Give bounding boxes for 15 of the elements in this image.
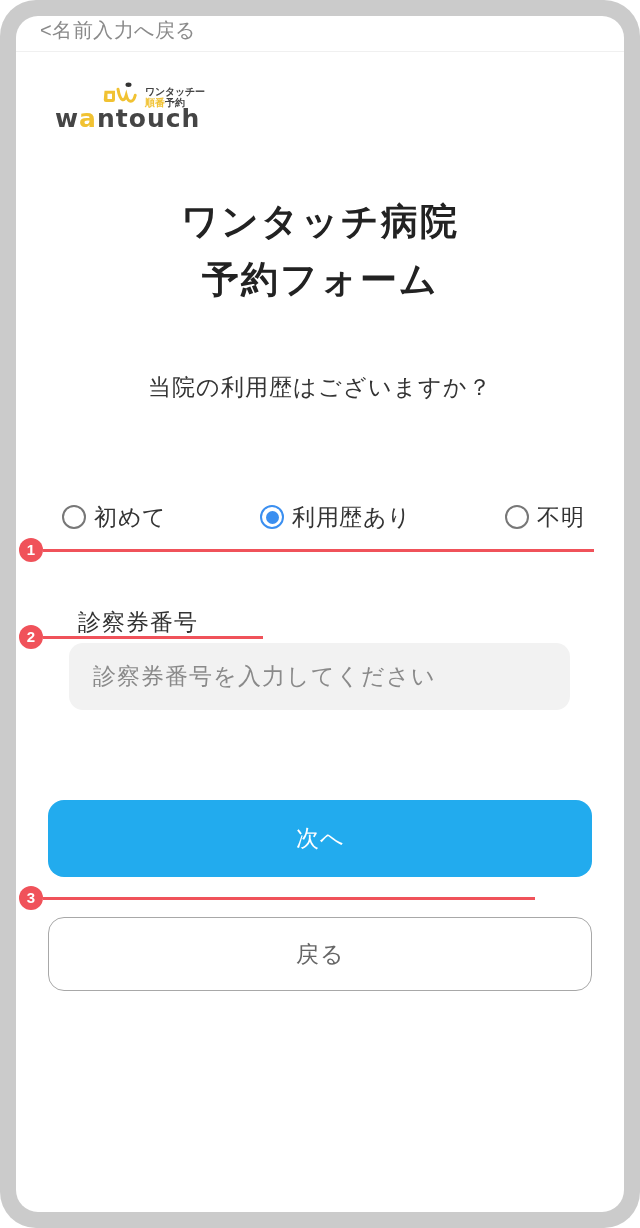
radio-option[interactable]: 利用歴あり — [260, 502, 412, 532]
step-number-badge: 3 — [19, 886, 43, 910]
question-text: 当院の利用歴はございますか？ — [147, 373, 493, 402]
radio-option[interactable]: 不明 — [505, 502, 584, 532]
logo-tagline: ワンタッチー — [145, 86, 205, 97]
back-link[interactable]: <名前入力へ戻る — [40, 19, 196, 41]
step-number-badge: 1 — [19, 538, 43, 562]
back-button[interactable]: 戻る — [48, 917, 592, 991]
page-title: ワンタッチ病院 予約フォーム — [180, 200, 460, 302]
field-label: 診察券番号 — [78, 611, 198, 634]
logo-tagline: 順番予約 — [145, 97, 185, 108]
radio-option[interactable]: 初めて — [62, 502, 167, 532]
logo-wordmark: wantouch — [55, 108, 201, 130]
step-number-badge: 2 — [19, 625, 43, 649]
input-field[interactable]: 診察券番号を入力してください — [69, 643, 570, 710]
